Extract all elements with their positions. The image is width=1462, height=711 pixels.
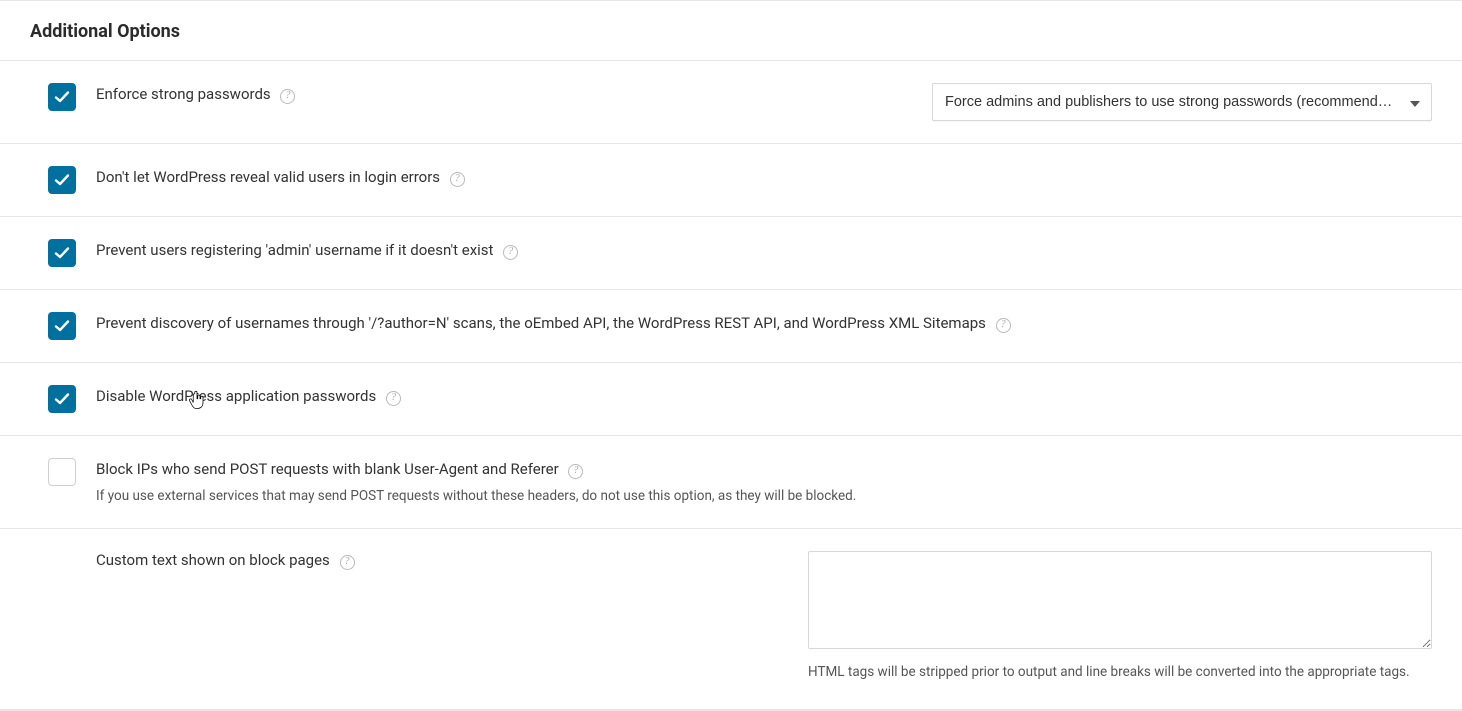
option-label: Block IPs who send POST requests with bl… bbox=[96, 460, 559, 478]
custom-block-text-textarea[interactable] bbox=[808, 551, 1432, 649]
section-header: Additional Options bbox=[0, 1, 1462, 61]
option-row-prevent-username-discovery: Prevent discovery of usernames through '… bbox=[0, 290, 1462, 363]
help-icon[interactable] bbox=[280, 89, 295, 104]
option-label: Prevent discovery of usernames through '… bbox=[96, 314, 986, 332]
check-icon bbox=[54, 89, 70, 105]
check-icon bbox=[54, 172, 70, 188]
help-icon[interactable] bbox=[568, 464, 583, 479]
check-icon bbox=[54, 391, 70, 407]
custom-block-text-help: HTML tags will be stripped prior to outp… bbox=[808, 663, 1432, 683]
help-icon[interactable] bbox=[386, 391, 401, 406]
checkbox-hide-login-errors[interactable] bbox=[48, 166, 76, 194]
checkbox-prevent-username-discovery[interactable] bbox=[48, 312, 76, 340]
option-sublabel: If you use external services that may se… bbox=[96, 487, 1412, 507]
strong-password-mode-select[interactable]: Force admins and publishers to use stron… bbox=[932, 83, 1432, 121]
option-label: Disable WordPress application passwords bbox=[96, 387, 376, 405]
checkbox-prevent-admin-username[interactable] bbox=[48, 239, 76, 267]
option-row-block-blank-ua-referer: Block IPs who send POST requests with bl… bbox=[0, 436, 1462, 529]
option-row-hide-login-errors: Don't let WordPress reveal valid users i… bbox=[0, 144, 1462, 217]
option-label: Enforce strong passwords bbox=[96, 85, 271, 103]
option-row-custom-block-text: Custom text shown on block pages HTML ta… bbox=[0, 529, 1462, 710]
check-icon bbox=[54, 245, 70, 261]
help-icon[interactable] bbox=[340, 555, 355, 570]
checkbox-block-blank-ua-referer[interactable] bbox=[48, 458, 76, 486]
option-row-disable-app-passwords: Disable WordPress application passwords bbox=[0, 363, 1462, 436]
checkbox-enforce-strong-passwords[interactable] bbox=[48, 83, 76, 111]
help-icon[interactable] bbox=[996, 318, 1011, 333]
help-icon[interactable] bbox=[503, 245, 518, 260]
section-title: Additional Options bbox=[30, 21, 1432, 42]
option-label: Prevent users registering 'admin' userna… bbox=[96, 241, 493, 259]
option-label: Don't let WordPress reveal valid users i… bbox=[96, 168, 440, 186]
option-row-prevent-admin-username: Prevent users registering 'admin' userna… bbox=[0, 217, 1462, 290]
strong-password-mode-select-wrap: Force admins and publishers to use stron… bbox=[932, 83, 1432, 121]
checkbox-disable-app-passwords[interactable] bbox=[48, 385, 76, 413]
additional-options-panel: Additional Options Enforce strong passwo… bbox=[0, 0, 1462, 711]
check-icon bbox=[54, 318, 70, 334]
help-icon[interactable] bbox=[450, 172, 465, 187]
option-row-enforce-strong-passwords: Enforce strong passwords Force admins an… bbox=[0, 61, 1462, 144]
option-label: Custom text shown on block pages bbox=[96, 551, 330, 569]
